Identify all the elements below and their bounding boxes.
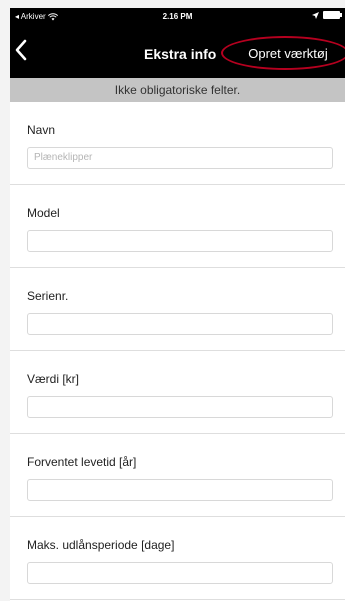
field-model-label: Model bbox=[27, 206, 60, 220]
location-arrow-icon bbox=[312, 11, 319, 19]
field-lifetime-label: Forventet levetid [år] bbox=[27, 455, 137, 469]
page-title: Ekstra info bbox=[144, 46, 217, 62]
field-serial: Serienr. bbox=[10, 268, 345, 351]
field-loan-period-label: Maks. udlånsperiode [dage] bbox=[27, 538, 175, 552]
field-serial-label: Serienr. bbox=[27, 289, 69, 303]
field-loan-period: Maks. udlånsperiode [dage] bbox=[10, 517, 345, 600]
back-button[interactable] bbox=[14, 39, 28, 67]
loan-period-input[interactable] bbox=[27, 562, 333, 584]
lifetime-input[interactable] bbox=[27, 479, 333, 501]
status-time: 2.16 PM bbox=[162, 12, 193, 21]
name-input[interactable]: Plæneklipper bbox=[27, 147, 333, 169]
status-bar: ◂ Arkiver 2.16 PM bbox=[10, 8, 345, 28]
create-tool-button[interactable]: Opret værktøj bbox=[229, 41, 345, 67]
battery-icon bbox=[323, 11, 342, 19]
field-value: Værdi [kr] bbox=[10, 351, 345, 434]
model-input[interactable] bbox=[27, 230, 333, 252]
status-right bbox=[312, 11, 342, 19]
navigation-bar: Ekstra info Opret værktøj bbox=[10, 36, 345, 70]
field-value-label: Værdi [kr] bbox=[27, 372, 80, 386]
field-model: Model bbox=[10, 185, 345, 268]
field-name-label: Navn bbox=[27, 123, 56, 137]
value-input[interactable] bbox=[27, 396, 333, 418]
chevron-left-icon bbox=[15, 39, 27, 61]
field-name: Navn Plæneklipper bbox=[10, 102, 345, 185]
phone-screen: ◂ Arkiver 2.16 PM Ekstra info Opret værk… bbox=[10, 8, 345, 601]
optional-fields-banner: Ikke obligatoriske felter. bbox=[10, 78, 345, 102]
serial-number-input[interactable] bbox=[27, 313, 333, 335]
top-bar: ◂ Arkiver 2.16 PM Ekstra info Opret værk… bbox=[10, 8, 345, 78]
field-lifetime: Forventet levetid [år] bbox=[10, 434, 345, 517]
